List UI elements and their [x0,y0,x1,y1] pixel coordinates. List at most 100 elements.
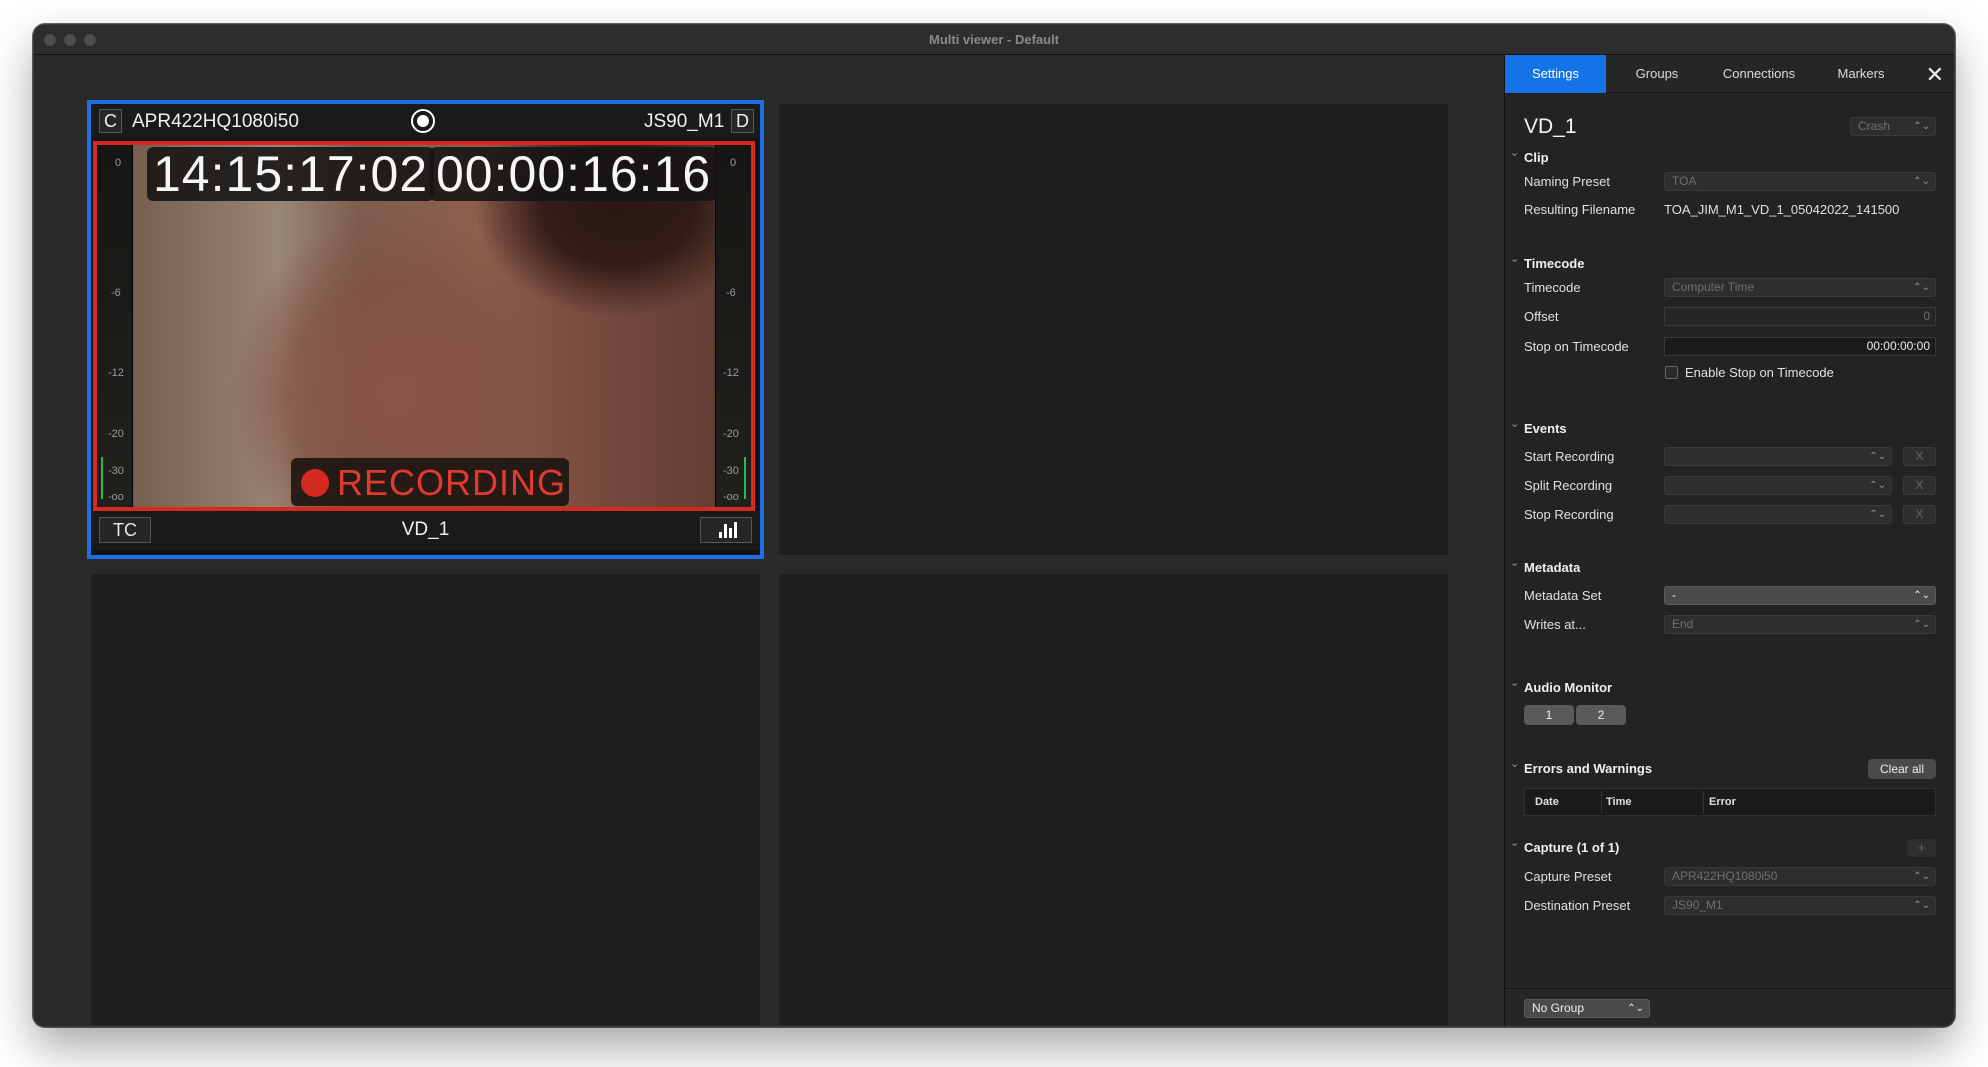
stop-on-timecode-field[interactable]: 00:00:00:00 [1664,337,1936,356]
meter-tick: -oo [108,491,124,503]
audio-meter-left: 0 -6 -12 -20 -30 -oo [97,145,133,507]
section-timecode-title: Timecode [1524,256,1585,271]
recording-badge: RECORDING [291,458,569,506]
chevron-down-icon[interactable]: ⌄ [1510,556,1519,569]
source-letter-badge: C [99,109,122,133]
viewer-grid: C APR422HQ1080i50 JS90_M1 D 0 -6 -12 -20… [34,55,1504,1026]
stop-recording-clear-button[interactable]: X [1903,505,1936,524]
stop-recording-select[interactable]: ⌃⌄ [1664,505,1892,524]
split-recording-select[interactable]: ⌃⌄ [1664,476,1892,495]
viewer-tile-empty[interactable] [779,104,1448,555]
timecode-label: Timecode [1524,280,1581,295]
metadata-set-select[interactable]: - ⌃⌄ [1664,586,1936,605]
viewer-tile-vd1[interactable]: C APR422HQ1080i50 JS90_M1 D 0 -6 -12 -20… [87,100,764,559]
clear-all-button[interactable]: Clear all [1868,759,1936,779]
tile-header: C APR422HQ1080i50 JS90_M1 D [91,104,760,138]
tab-groups[interactable]: Groups [1606,55,1708,93]
section-errors-title: Errors and Warnings [1524,761,1653,776]
audio-meter-toggle-icon[interactable] [700,517,752,543]
destination-preset-select[interactable]: JS90_M1 ⌃⌄ [1664,896,1936,915]
title-bar: Multi viewer - Default [34,25,1954,55]
meter-tick: -12 [723,367,739,379]
chevron-down-icon[interactable]: ⌄ [1510,252,1519,265]
group-select[interactable]: No Group ⌃⌄ [1524,999,1650,1018]
start-recording-clear-button[interactable]: X [1903,447,1936,466]
close-panel-icon[interactable]: ✕ [1926,62,1944,88]
multi-viewer-window: Multi viewer - Default C APR422HQ1080i50… [33,24,1955,1027]
meter-tick: -6 [726,287,736,299]
column-time[interactable]: Time [1606,796,1631,808]
panel-tabs: Settings Groups Connections Markers ✕ [1505,55,1954,93]
meter-tick: -20 [108,428,124,440]
window-title: Multi viewer - Default [928,32,1060,47]
settings-panel: Settings Groups Connections Markers ✕ VD… [1504,55,1954,1026]
recording-label: RECORDING [337,462,567,503]
meter-level-bar [101,457,103,499]
timecode-select[interactable]: Computer Time ⌃⌄ [1664,278,1936,297]
add-capture-button[interactable]: + [1907,839,1936,857]
viewer-tile-empty[interactable] [91,574,760,1025]
tab-markers[interactable]: Markers [1810,55,1912,93]
meter-tick: -30 [723,465,739,477]
section-events-title: Events [1524,421,1567,436]
metadata-set-label: Metadata Set [1524,588,1602,603]
record-toggle-icon[interactable] [411,109,435,133]
recording-dot-icon [301,469,329,497]
section-audio-monitor-title: Audio Monitor [1524,680,1613,695]
meter-tick: 0 [115,157,122,169]
meter-level-bar [744,457,746,499]
destination-label: JS90_M1 [644,111,725,132]
destination-preset-label: Destination Preset [1524,898,1631,913]
tab-connections[interactable]: Connections [1708,55,1810,93]
meter-tick: -oo [723,491,739,503]
start-recording-select[interactable]: ⌃⌄ [1664,447,1892,466]
resulting-filename-label: Resulting Filename [1524,202,1636,217]
meter-tick: -20 [723,428,739,440]
section-metadata-title: Metadata [1524,560,1581,575]
audio-meter-right: 0 -6 -12 -20 -30 -oo [715,145,751,507]
crash-select[interactable]: Crash ⌃⌄ [1850,117,1936,136]
writes-at-select[interactable]: End ⌃⌄ [1664,615,1936,634]
audio-channel-2-button[interactable]: 2 [1576,705,1626,725]
tile-name: VD_1 [401,519,450,540]
duration-display: 00:00:16:16 [430,147,718,201]
capture-preset-label: Capture Preset [1524,869,1612,884]
audio-channel-1-button[interactable]: 1 [1524,705,1574,725]
capture-preset-label: APR422HQ1080i50 [132,111,299,132]
viewer-tile-empty[interactable] [779,574,1448,1025]
column-date[interactable]: Date [1535,796,1559,808]
panel-footer: No Group ⌃⌄ [1505,988,1954,1026]
meter-tick: -12 [108,367,124,379]
chevron-down-icon[interactable]: ⌄ [1510,836,1519,849]
enable-stop-checkbox[interactable] [1665,366,1678,379]
resulting-filename-value: TOA_JIM_M1_VD_1_05042022_141500 [1664,202,1900,217]
split-recording-clear-button[interactable]: X [1903,476,1936,495]
stop-on-timecode-label: Stop on Timecode [1524,339,1629,354]
start-recording-label: Start Recording [1524,449,1615,464]
chevron-down-icon[interactable]: ⌄ [1510,146,1519,159]
meter-tick: -6 [111,287,121,299]
destination-letter-badge: D [731,109,754,133]
chevron-down-icon[interactable]: ⌄ [1510,676,1519,689]
timecode-display: 14:15:17:02 [147,147,435,201]
section-clip-title: Clip [1524,150,1549,165]
video-preview: 0 -6 -12 -20 -30 -oo 0 -6 -12 -20 -30 -o… [93,141,755,511]
column-error[interactable]: Error [1709,796,1736,808]
naming-preset-select[interactable]: TOA ⌃⌄ [1664,172,1936,191]
tile-footer: TC VD_1 [91,511,760,550]
split-recording-label: Split Recording [1524,478,1613,493]
section-capture-title: Capture (1 of 1) [1524,840,1620,855]
capture-preset-select[interactable]: APR422HQ1080i50 ⌃⌄ [1664,867,1936,886]
enable-stop-label: Enable Stop on Timecode [1685,365,1834,380]
meter-tick: -30 [108,465,124,477]
writes-at-label: Writes at... [1524,617,1586,632]
meter-tick: 0 [730,157,737,169]
device-name: VD_1 [1524,115,1577,138]
stop-recording-label: Stop Recording [1524,507,1614,522]
chevron-down-icon[interactable]: ⌄ [1510,417,1519,430]
errors-table-header: Date Time Error [1524,788,1936,816]
tab-settings[interactable]: Settings [1505,55,1606,93]
chevron-down-icon[interactable]: ⌄ [1510,757,1519,770]
offset-field[interactable]: 0 [1664,307,1936,326]
offset-label: Offset [1524,309,1559,324]
